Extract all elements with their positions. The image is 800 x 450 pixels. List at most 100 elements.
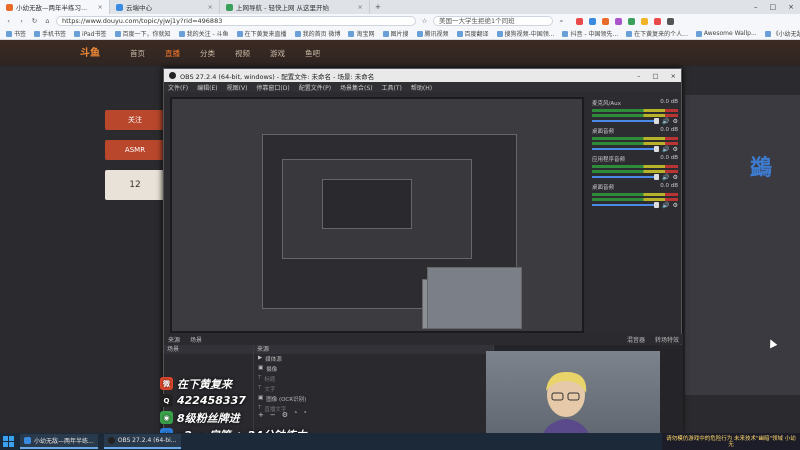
forward-icon[interactable]: ›	[17, 17, 26, 25]
speaker-icon[interactable]: 🔊	[662, 202, 669, 209]
gear-icon[interactable]: ⚙	[673, 146, 678, 153]
bookmark-item[interactable]: 搜狗视频-中国领...	[496, 29, 554, 38]
browser-icon	[24, 437, 31, 444]
bookmark-item[interactable]: 腾讯视频	[416, 29, 449, 38]
extension-icon[interactable]	[589, 17, 596, 25]
close-icon[interactable]: ×	[671, 72, 676, 80]
close-icon[interactable]: ×	[208, 3, 213, 11]
menu-file[interactable]: 文件(F)	[168, 83, 188, 92]
bookmark-item[interactable]: iPad书签	[74, 29, 107, 38]
url-input[interactable]: https://www.douyu.com/topic/yjwj1y?rid=4…	[56, 16, 416, 26]
tab-title: 上网导航 - 轻快上网 从这里开始	[236, 4, 330, 12]
extension-icon[interactable]	[602, 17, 609, 25]
tab-transitions[interactable]: 转场特效	[655, 335, 679, 344]
home-icon[interactable]: ⌂	[43, 17, 52, 25]
bookmark-item[interactable]: 在下黄复来的个人...	[626, 29, 688, 38]
nav-video[interactable]: 视频	[235, 48, 250, 59]
close-icon[interactable]: ×	[358, 3, 363, 11]
obs-icon	[107, 437, 115, 444]
speaker-icon[interactable]: 🔊	[662, 174, 669, 181]
gear-icon[interactable]: ⚙	[673, 118, 678, 125]
menu-help[interactable]: 帮助(H)	[411, 83, 432, 92]
menu-scene-collection[interactable]: 场景集合(S)	[340, 83, 373, 92]
bookmark-item[interactable]: Awesome Wallp...	[695, 30, 757, 37]
taskbar-item-obs[interactable]: OBS 27.2.4 (64-bi...	[103, 434, 181, 449]
volume-slider[interactable]	[654, 118, 660, 124]
menu-tools[interactable]: 工具(T)	[382, 83, 402, 92]
tab-scenes[interactable]: 场景	[190, 335, 202, 344]
gear-icon[interactable]: ⚙	[673, 202, 678, 209]
close-icon[interactable]: ×	[98, 3, 103, 11]
nav-home[interactable]: 首页	[130, 48, 145, 59]
nav-category[interactable]: 分类	[200, 48, 215, 59]
refresh-icon[interactable]: ↻	[30, 17, 39, 25]
qq-icon: Q	[160, 394, 173, 407]
menu-icon[interactable]	[667, 17, 674, 25]
tab-sources[interactable]: 来源	[168, 335, 180, 344]
maximize-icon[interactable]: □	[770, 3, 777, 11]
brand-glyph: 鷁	[750, 156, 773, 181]
bookmark-item[interactable]: 我的关注 - 斗鱼	[178, 29, 229, 38]
bookmark-item[interactable]: 淘宝网	[348, 29, 375, 38]
menu-profile[interactable]: 配置文件(P)	[299, 83, 331, 92]
tab-title: 云端中心	[126, 4, 152, 12]
bookmark-item[interactable]: 《小幼无敌》复	[764, 29, 800, 38]
bookmark-item[interactable]: 我的首页 微博	[294, 29, 340, 38]
nav-live[interactable]: 直播	[165, 48, 180, 59]
obs-titlebar: OBS 27.2.4 (64-bit, windows) - 配置文件: 未命名…	[164, 69, 681, 82]
obs-title: OBS 27.2.4 (64-bit, windows) - 配置文件: 未命名…	[180, 72, 375, 81]
bookmark-item[interactable]: 书签	[6, 29, 26, 38]
menu-edit[interactable]: 编辑(E)	[197, 83, 217, 92]
tab-mixer[interactable]: 混音器	[627, 335, 645, 344]
windows-start-icon[interactable]	[3, 436, 14, 447]
nav-fishbar[interactable]: 鱼吧	[305, 48, 320, 59]
browser-tab-cloud[interactable]: 云端中心 ×	[110, 0, 220, 14]
volume-slider[interactable]	[654, 202, 660, 208]
back-icon[interactable]: ‹	[4, 17, 13, 25]
speaker-icon[interactable]: 🔊	[662, 146, 669, 153]
speaker-icon[interactable]: 🔊	[662, 118, 669, 125]
obs-menubar: 文件(F) 编辑(E) 视图(V) 停靠窗口(D) 配置文件(P) 场景集合(S…	[164, 82, 681, 92]
search-icon[interactable]: ⌕	[557, 17, 566, 26]
bookmark-item[interactable]: 抖音 - 中国领先...	[562, 29, 618, 38]
menu-docks[interactable]: 停靠窗口(D)	[256, 83, 289, 92]
overlay-line: ◉ 8级粉丝牌进	[160, 409, 360, 426]
taskbar-item-browser[interactable]: 小幼无敌—两年半练...	[20, 434, 98, 449]
count-card[interactable]: 12	[105, 170, 165, 200]
source-item[interactable]: ▶ 媒体源	[254, 354, 493, 364]
menu-view[interactable]: 视图(V)	[227, 83, 248, 92]
volume-slider[interactable]	[654, 174, 660, 180]
extension-icon[interactable]	[654, 17, 661, 25]
bookmark-star-icon[interactable]: ☆	[420, 17, 429, 25]
browser-tab-nav[interactable]: 上网导航 - 轻快上网 从这里开始 ×	[220, 0, 370, 14]
bookmark-item[interactable]: 百度翻译	[456, 29, 489, 38]
close-window-icon[interactable]: ×	[788, 3, 794, 11]
minimize-icon[interactable]: –	[754, 3, 758, 11]
browser-tab-bar: 小幼无敌—两年半练习... × 云端中心 × 上网导航 - 轻快上网 从这里开始…	[0, 0, 800, 14]
bookmark-item[interactable]: 手机书签	[34, 29, 66, 38]
volume-slider[interactable]	[654, 146, 660, 152]
extension-icon[interactable]	[615, 17, 622, 25]
bookmark-item[interactable]: 图片搜	[382, 29, 409, 38]
camera-icon: ▣	[258, 365, 264, 371]
site-logo[interactable]: 斗鱼	[80, 44, 100, 59]
extension-icon[interactable]	[576, 17, 583, 25]
bookmark-item[interactable]: 在下黄复来直播	[236, 29, 287, 38]
nav-game[interactable]: 游戏	[270, 48, 285, 59]
browser-tab-douyu[interactable]: 小幼无敌—两年半练习... ×	[0, 0, 110, 14]
obs-preview[interactable]	[170, 97, 584, 333]
asmr-button[interactable]: ASMR	[105, 140, 165, 160]
follow-button[interactable]: 关注	[105, 110, 165, 130]
new-tab-icon[interactable]: +	[370, 3, 386, 11]
extension-icon[interactable]	[628, 17, 635, 25]
maximize-icon[interactable]: □	[652, 72, 658, 80]
source-item[interactable]: ▣ 摄像	[254, 364, 493, 374]
extensions-bar	[576, 17, 674, 25]
gear-icon[interactable]: ⚙	[673, 174, 678, 181]
left-buttons: 关注 ASMR 12	[105, 110, 165, 210]
minimize-icon[interactable]: –	[637, 72, 640, 80]
extension-icon[interactable]	[641, 17, 648, 25]
obs-logo-icon	[169, 72, 176, 79]
bookmark-item[interactable]: 百度一下，你就知	[114, 29, 171, 38]
search-input[interactable]: 美国一大学生拒绝1个同班	[433, 16, 553, 26]
